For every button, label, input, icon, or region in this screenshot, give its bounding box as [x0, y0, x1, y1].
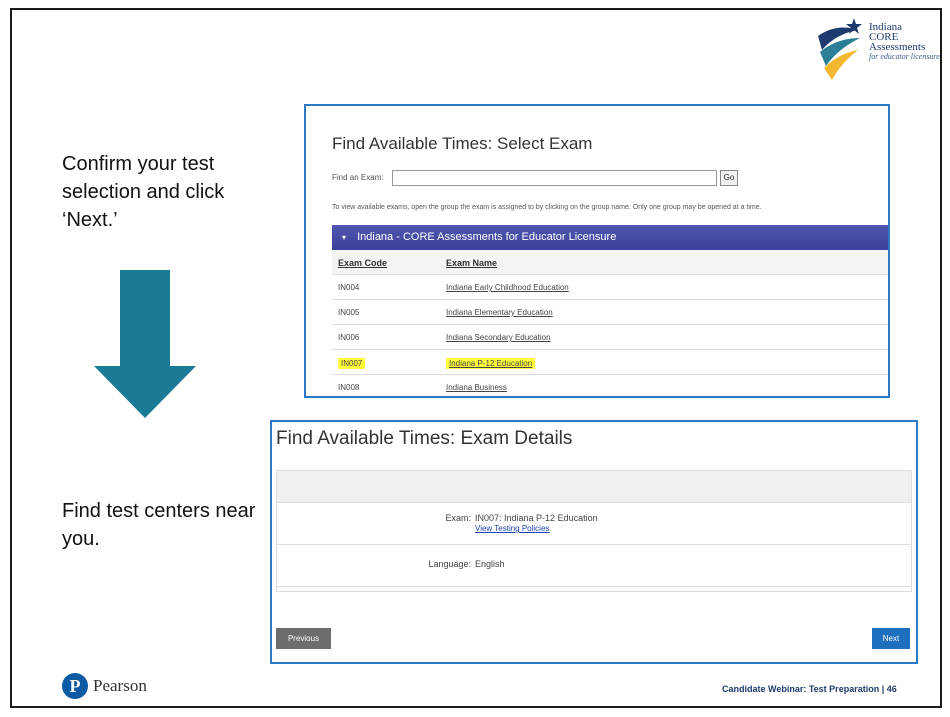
exam-name-link[interactable]: Indiana Early Childhood Education [446, 283, 569, 292]
previous-button[interactable]: Previous [276, 628, 331, 649]
logo-tagline: for educator licensure [869, 52, 940, 61]
logo-line-3: Assessments [869, 41, 926, 53]
exam-label: Exam: [445, 513, 471, 523]
table-row: IN005 Indiana Elementary Education [332, 300, 888, 325]
exam-name-link[interactable]: Indiana Secondary Education [446, 333, 551, 342]
table-row: IN004 Indiana Early Childhood Education [332, 275, 888, 300]
exam-details-screenshot: Find Available Times: Exam Details Exam:… [270, 420, 918, 664]
pearson-logo: P Pearson [62, 673, 147, 699]
exam-name-link-highlighted[interactable]: Indiana P-12 Education [446, 358, 536, 369]
language-row: Language: English [277, 545, 911, 587]
panel-header [277, 471, 911, 503]
footer-caption: Candidate Webinar: Test Preparation | 46 [722, 684, 897, 694]
select-exam-title: Find Available Times: Select Exam [332, 134, 593, 153]
exam-code: IN004 [338, 283, 360, 292]
exam-row: Exam: IN007: Indiana P-12 Education View… [277, 503, 911, 545]
language-value: English [475, 559, 505, 569]
instructions-text: To view available exams, open the group … [332, 204, 762, 211]
table-row: IN008 Indiana Business [332, 375, 888, 396]
logo-swoosh-icon [818, 18, 862, 80]
table-header-row: Exam Code Exam Name [332, 250, 888, 275]
indiana-core-logo: Indiana CORE Assessments for educator li… [812, 16, 942, 82]
find-exam-label: Find an Exam: [332, 173, 384, 182]
exam-code: IN006 [338, 333, 360, 342]
go-button[interactable]: Go [720, 170, 738, 186]
exam-name-link[interactable]: Indiana Business [446, 383, 507, 392]
exam-details-title: Find Available Times: Exam Details [276, 428, 573, 449]
table-row: IN006 Indiana Secondary Education [332, 325, 888, 350]
pearson-p-icon: P [62, 673, 88, 699]
instruction-find-centers: Find test centers near you. [62, 500, 256, 550]
exam-details-panel: Exam: IN007: Indiana P-12 Education View… [276, 470, 912, 592]
pearson-wordmark: Pearson [93, 676, 147, 695]
language-label: Language: [428, 559, 471, 569]
exam-name-link[interactable]: Indiana Elementary Education [446, 308, 553, 317]
column-exam-code[interactable]: Exam Code [338, 258, 387, 268]
view-testing-policies-link[interactable]: View Testing Policies [475, 524, 549, 533]
instruction-confirm: Confirm your test selection and click ‘N… [62, 153, 225, 231]
exam-group-name: Indiana - CORE Assessments for Educator … [357, 231, 617, 243]
exam-code-highlighted: IN007 [338, 358, 366, 369]
select-exam-screenshot: Find Available Times: Select Exam Find a… [304, 104, 890, 398]
next-button[interactable]: Next [872, 628, 910, 649]
find-exam-input[interactable] [392, 170, 717, 186]
logo-wordmark: Indiana CORE Assessments for educator li… [869, 22, 940, 62]
caret-down-icon: ▾ [342, 233, 347, 242]
down-arrow-icon [94, 270, 196, 418]
table-row-selected: IN007 Indiana P-12 Education [332, 350, 888, 375]
column-exam-name[interactable]: Exam Name [446, 258, 497, 268]
exam-value: IN007: Indiana P-12 Education [475, 513, 598, 523]
exam-group-header[interactable]: ▾ Indiana - CORE Assessments for Educato… [332, 225, 888, 250]
exam-code: IN005 [338, 308, 360, 317]
exam-table: Exam Code Exam Name IN004 Indiana Early … [332, 250, 888, 396]
exam-code: IN008 [338, 383, 360, 392]
